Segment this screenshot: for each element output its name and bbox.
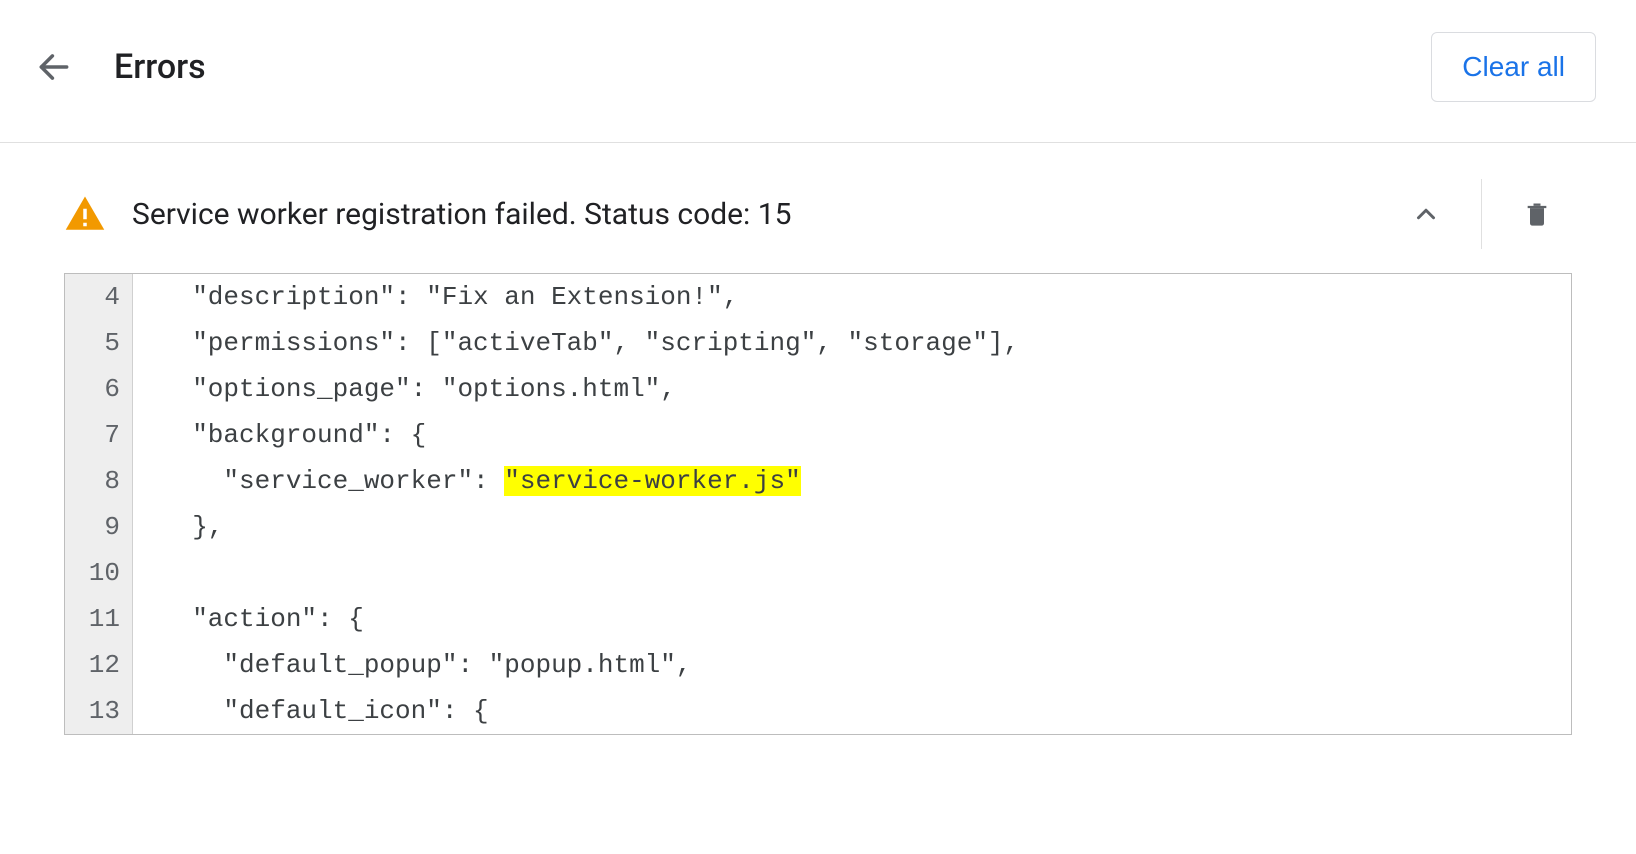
line-number: 8 <box>65 458 133 504</box>
code-line: 12 "default_popup": "popup.html", <box>65 642 1571 688</box>
line-number: 6 <box>65 366 133 412</box>
line-number: 5 <box>65 320 133 366</box>
back-button[interactable] <box>30 43 78 91</box>
code-line: 10 <box>65 550 1571 596</box>
code-line: 11 "action": { <box>65 596 1571 642</box>
code-text: "action": { <box>133 596 364 642</box>
error-row: Service worker registration failed. Stat… <box>64 173 1572 273</box>
code-snippet: 4 "description": "Fix an Extension!", 5 … <box>64 273 1572 735</box>
content-area: Service worker registration failed. Stat… <box>0 143 1636 735</box>
page-title: Errors <box>114 47 1395 87</box>
line-number: 13 <box>65 688 133 734</box>
delete-error-button[interactable] <box>1502 179 1572 249</box>
code-line: 9 }, <box>65 504 1571 550</box>
action-divider <box>1481 179 1482 249</box>
code-text: "default_popup": "popup.html", <box>133 642 692 688</box>
code-line: 8 "service_worker": "service-worker.js" <box>65 458 1571 504</box>
collapse-button[interactable] <box>1391 179 1461 249</box>
code-text: }, <box>133 504 223 550</box>
highlighted-code: "service-worker.js" <box>504 466 800 496</box>
code-text: "options_page": "options.html", <box>133 366 676 412</box>
error-row-actions <box>1391 179 1572 249</box>
trash-icon <box>1523 200 1551 228</box>
code-line: 13 "default_icon": { <box>65 688 1571 734</box>
code-line: 5 "permissions": ["activeTab", "scriptin… <box>65 320 1571 366</box>
warning-icon <box>64 193 106 235</box>
chevron-up-icon <box>1411 199 1441 229</box>
code-text: "permissions": ["activeTab", "scripting"… <box>133 320 1019 366</box>
arrow-left-icon <box>35 48 73 86</box>
code-text: "default_icon": { <box>133 688 489 734</box>
code-text: "description": "Fix an Extension!", <box>133 274 738 320</box>
code-line: 4 "description": "Fix an Extension!", <box>65 274 1571 320</box>
line-number: 12 <box>65 642 133 688</box>
code-text: "service_worker": "service-worker.js" <box>133 458 801 504</box>
code-line: 7 "background": { <box>65 412 1571 458</box>
line-number: 10 <box>65 550 133 596</box>
code-text <box>133 550 161 596</box>
code-text: "background": { <box>133 412 426 458</box>
code-segment: "service_worker": <box>161 466 504 496</box>
page-header: Errors Clear all <box>0 0 1636 142</box>
line-number: 9 <box>65 504 133 550</box>
line-number: 7 <box>65 412 133 458</box>
line-number: 11 <box>65 596 133 642</box>
line-number: 4 <box>65 274 133 320</box>
clear-all-button[interactable]: Clear all <box>1431 32 1596 102</box>
error-message: Service worker registration failed. Stat… <box>132 197 1365 232</box>
code-line: 6 "options_page": "options.html", <box>65 366 1571 412</box>
